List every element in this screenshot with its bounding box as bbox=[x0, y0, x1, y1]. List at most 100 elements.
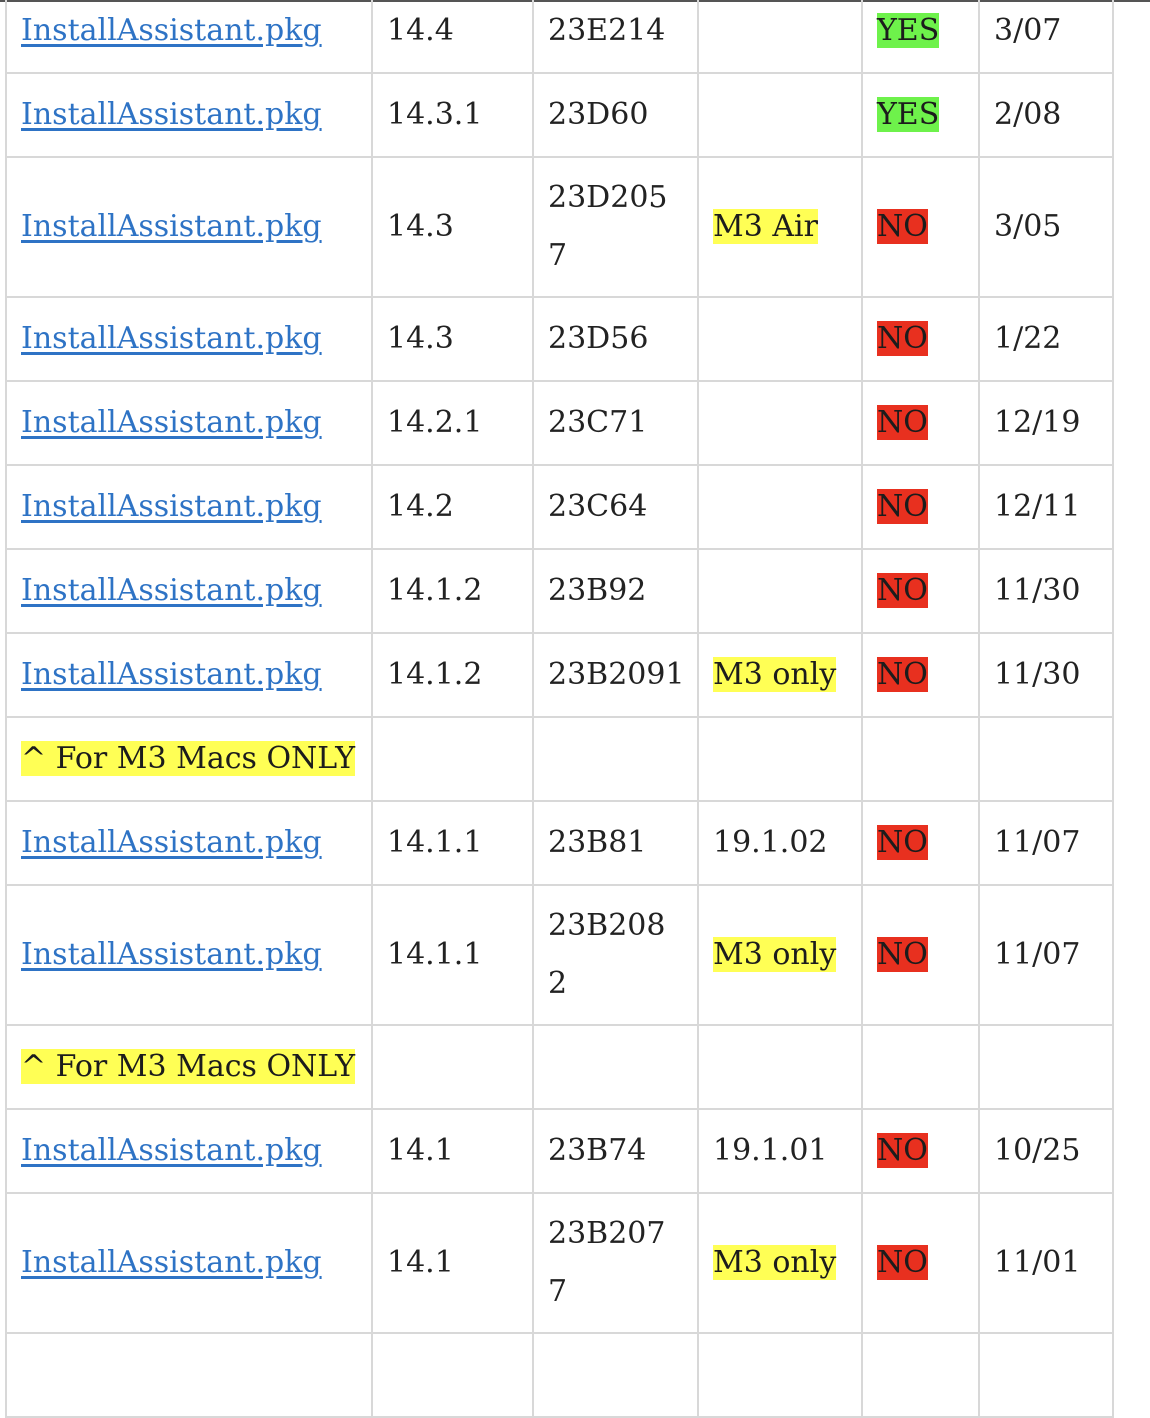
status-badge: NO bbox=[877, 489, 928, 524]
file-cell: InstallAssistant.pkg bbox=[5, 800, 373, 886]
table-row: InstallAssistant.pkg 14.1.2 23B92 NO 11/… bbox=[5, 548, 1114, 634]
note-highlight: M3 only bbox=[713, 657, 837, 692]
date-cell: 12/11 bbox=[978, 464, 1114, 550]
separator-note: ^ For M3 Macs ONLY bbox=[21, 741, 356, 776]
version-cell: 14.4 bbox=[371, 0, 534, 74]
empty-cell bbox=[697, 716, 863, 802]
supported-cell: NO bbox=[861, 884, 980, 1026]
empty-cell bbox=[861, 1332, 980, 1418]
note-cell: M3 only bbox=[697, 884, 863, 1026]
build-cell: 23B81 bbox=[532, 800, 699, 886]
supported-cell: YES bbox=[861, 0, 980, 74]
date-cell: 11/30 bbox=[978, 548, 1114, 634]
supported-cell: NO bbox=[861, 800, 980, 886]
installer-download-link[interactable]: InstallAssistant.pkg bbox=[21, 825, 322, 860]
note-cell bbox=[697, 0, 863, 74]
table-row: InstallAssistant.pkg 14.1.2 23B2091 M3 o… bbox=[5, 632, 1114, 718]
build-cell: 23B2091 bbox=[532, 632, 699, 718]
version-cell: 14.3.1 bbox=[371, 72, 534, 158]
build-line: 23B207 bbox=[548, 1216, 666, 1251]
empty-cell bbox=[978, 716, 1114, 802]
table-row: InstallAssistant.pkg 14.3 23D205 7 M3 Air… bbox=[5, 156, 1114, 298]
build-line: 23B208 bbox=[548, 908, 666, 943]
note-cell bbox=[697, 72, 863, 158]
status-badge: NO bbox=[877, 405, 928, 440]
empty-cell bbox=[978, 1332, 1114, 1418]
supported-cell: NO bbox=[861, 1108, 980, 1194]
note-cell bbox=[697, 380, 863, 466]
table-row: InstallAssistant.pkg 14.1.1 23B81 19.1.0… bbox=[5, 800, 1114, 886]
version-cell: 14.1.2 bbox=[371, 548, 534, 634]
version-cell: 14.1 bbox=[371, 1108, 534, 1194]
installer-download-link[interactable]: InstallAssistant.pkg bbox=[21, 489, 322, 524]
empty-cell bbox=[371, 1024, 534, 1110]
build-cell: 23B207 7 bbox=[532, 1192, 699, 1334]
empty-cell bbox=[532, 716, 699, 802]
supported-cell: YES bbox=[861, 72, 980, 158]
note-highlight: M3 only bbox=[713, 937, 837, 972]
installer-download-link[interactable]: InstallAssistant.pkg bbox=[21, 405, 322, 440]
status-badge: NO bbox=[877, 1245, 928, 1280]
supported-cell: NO bbox=[861, 464, 980, 550]
empty-cell bbox=[978, 1024, 1114, 1110]
build-cell: 23C71 bbox=[532, 380, 699, 466]
table-row bbox=[5, 1332, 1114, 1418]
installer-download-link[interactable]: InstallAssistant.pkg bbox=[21, 321, 322, 356]
status-badge: NO bbox=[877, 573, 928, 608]
separator-cell: ^ For M3 Macs ONLY bbox=[5, 1024, 373, 1110]
installer-download-link[interactable]: InstallAssistant.pkg bbox=[21, 97, 322, 132]
date-cell: 11/07 bbox=[978, 884, 1114, 1026]
table-row: InstallAssistant.pkg 14.2.1 23C71 NO 12/… bbox=[5, 380, 1114, 466]
table-row: InstallAssistant.pkg 14.3.1 23D60 YES 2/… bbox=[5, 72, 1114, 158]
separator-row: ^ For M3 Macs ONLY bbox=[5, 716, 1114, 802]
status-badge: NO bbox=[877, 937, 928, 972]
date-cell: 11/01 bbox=[978, 1192, 1114, 1334]
note-cell bbox=[697, 548, 863, 634]
build-cell: 23C64 bbox=[532, 464, 699, 550]
installer-download-link[interactable]: InstallAssistant.pkg bbox=[21, 1245, 322, 1280]
file-cell: InstallAssistant.pkg bbox=[5, 156, 373, 298]
table-row: InstallAssistant.pkg 14.4 23E214 YES 3/0… bbox=[5, 0, 1114, 74]
build-line: 7 bbox=[548, 238, 568, 273]
build-cell: 23B92 bbox=[532, 548, 699, 634]
installer-download-link[interactable]: InstallAssistant.pkg bbox=[21, 573, 322, 608]
version-cell: 14.3 bbox=[371, 156, 534, 298]
status-badge: NO bbox=[877, 1133, 928, 1168]
file-cell: InstallAssistant.pkg bbox=[5, 632, 373, 718]
supported-cell: NO bbox=[861, 296, 980, 382]
file-cell: InstallAssistant.pkg bbox=[5, 380, 373, 466]
table-row: InstallAssistant.pkg 14.1 23B207 7 M3 onl… bbox=[5, 1192, 1114, 1334]
table-row: InstallAssistant.pkg 14.1.1 23B208 2 M3 o… bbox=[5, 884, 1114, 1026]
installer-download-link[interactable]: InstallAssistant.pkg bbox=[21, 209, 322, 244]
empty-cell bbox=[532, 1332, 699, 1418]
build-cell: 23B208 2 bbox=[532, 884, 699, 1026]
installer-download-link[interactable]: InstallAssistant.pkg bbox=[21, 13, 322, 48]
empty-cell bbox=[861, 716, 980, 802]
file-cell: InstallAssistant.pkg bbox=[5, 1192, 373, 1334]
note-highlight: M3 Air bbox=[713, 209, 818, 244]
installer-download-link[interactable]: InstallAssistant.pkg bbox=[21, 937, 322, 972]
note-highlight: M3 only bbox=[713, 1245, 837, 1280]
table-row: InstallAssistant.pkg 14.1 23B74 19.1.01 … bbox=[5, 1108, 1114, 1194]
installer-download-link[interactable]: InstallAssistant.pkg bbox=[21, 657, 322, 692]
installer-table: InstallAssistant.pkg 14.4 23E214 YES 3/0… bbox=[5, 0, 1114, 1418]
version-cell: 14.2 bbox=[371, 464, 534, 550]
supported-cell: NO bbox=[861, 1192, 980, 1334]
note-cell: M3 only bbox=[697, 632, 863, 718]
note-cell: M3 Air bbox=[697, 156, 863, 298]
table-row: InstallAssistant.pkg 14.3 23D56 NO 1/22 bbox=[5, 296, 1114, 382]
supported-cell: NO bbox=[861, 632, 980, 718]
file-cell: InstallAssistant.pkg bbox=[5, 296, 373, 382]
note-cell: 19.1.01 bbox=[697, 1108, 863, 1194]
date-cell: 2/08 bbox=[978, 72, 1114, 158]
installer-download-link[interactable]: InstallAssistant.pkg bbox=[21, 1133, 322, 1168]
date-cell: 11/07 bbox=[978, 800, 1114, 886]
empty-cell bbox=[861, 1024, 980, 1110]
date-cell: 3/07 bbox=[978, 0, 1114, 74]
build-cell: 23B74 bbox=[532, 1108, 699, 1194]
file-cell: InstallAssistant.pkg bbox=[5, 72, 373, 158]
status-badge: NO bbox=[877, 209, 928, 244]
empty-cell bbox=[5, 1332, 373, 1418]
date-cell: 12/19 bbox=[978, 380, 1114, 466]
table-row: InstallAssistant.pkg 14.2 23C64 NO 12/11 bbox=[5, 464, 1114, 550]
